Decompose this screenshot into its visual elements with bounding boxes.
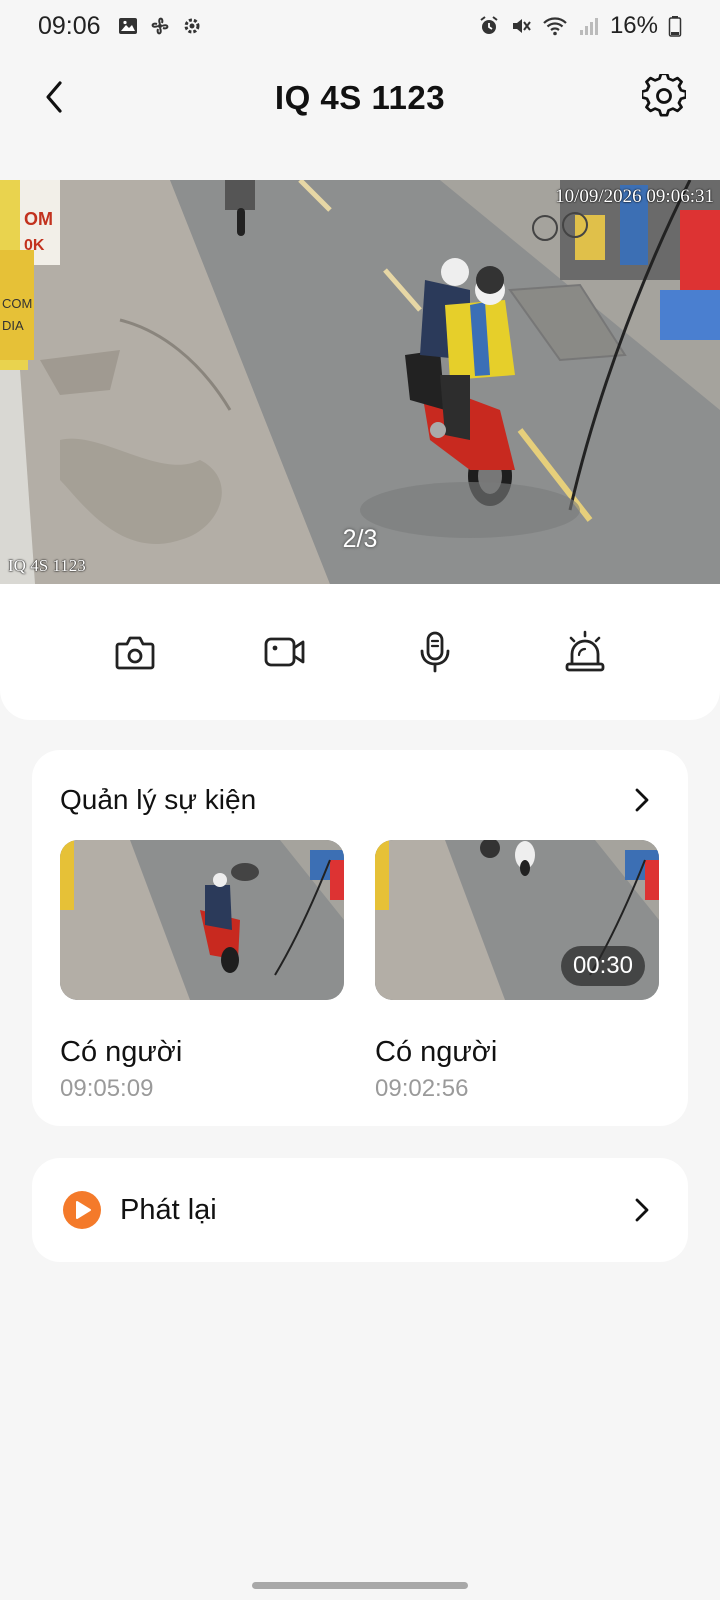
playback-label: Phát lại (120, 1193, 217, 1226)
video-record-icon (264, 637, 305, 667)
mute-icon (512, 19, 531, 33)
fan-icon (151, 17, 168, 35)
status-left: 09:06 (38, 12, 203, 41)
battery-percent: 16% (609, 12, 658, 39)
live-video-view[interactable]: OM 0K COM DIA 10/09/2026 09:06:31 IQ 4S … (0, 180, 720, 584)
event-label: Có người (60, 1036, 183, 1068)
status-time: 09:06 (38, 11, 101, 40)
channel-pager: 2/3 (342, 525, 378, 553)
event-time: 09:02:56 (375, 1075, 469, 1102)
page-title: IQ 4S 1123 (274, 79, 446, 116)
top-bar: IQ 4S 1123 (0, 60, 720, 136)
chevron-right-icon (624, 1192, 660, 1228)
wifi-icon (543, 17, 567, 36)
event-label: Có người (375, 1036, 498, 1068)
record-button[interactable] (253, 620, 317, 684)
snapshot-button[interactable] (103, 620, 167, 684)
gallery-icon (118, 18, 137, 34)
event-thumbnail[interactable] (60, 840, 344, 1000)
event-management-card: Quản lý sự kiện Có người 09:05:09 00:30 … (32, 750, 688, 1126)
battery-icon (668, 16, 682, 37)
svg-text:DIA: DIA (2, 318, 24, 333)
siren-button[interactable] (553, 620, 617, 684)
settings-button[interactable] (638, 70, 690, 122)
status-right: 16% (478, 12, 682, 40)
settings-gear-small-icon (184, 18, 200, 34)
event-duration: 00:30 (560, 946, 645, 986)
back-button[interactable] (30, 72, 80, 122)
chevron-right-icon (624, 782, 660, 818)
event-time: 09:05:09 (60, 1075, 154, 1102)
event-thumbnail[interactable]: 00:30 (375, 840, 659, 1000)
talk-button[interactable] (403, 620, 467, 684)
osd-camera-name: IQ 4S 1123 (8, 556, 86, 575)
event-item[interactable]: 00:30 Có người 09:02:56 (375, 840, 659, 1103)
play-circle-icon (63, 1191, 101, 1229)
camera-snapshot-icon (115, 636, 155, 670)
svg-text:COM: COM (2, 296, 32, 311)
chevron-left-icon (46, 81, 62, 113)
control-bar (0, 584, 720, 720)
home-indicator[interactable] (252, 1582, 468, 1589)
event-management-title: Quản lý sự kiện (60, 784, 257, 815)
event-item[interactable]: Có người 09:05:09 (60, 840, 344, 1103)
event-management-header[interactable]: Quản lý sự kiện (60, 780, 660, 820)
status-bar: 09:06 16% (0, 0, 720, 52)
gear-icon (642, 74, 686, 117)
alarm-siren-icon (565, 630, 605, 672)
camera-feed-image: OM 0K COM DIA (0, 180, 720, 584)
microphone-icon (420, 631, 450, 673)
signal-icon (579, 18, 598, 35)
osd-timestamp: 10/09/2026 09:06:31 (555, 186, 714, 207)
alarm-clock-icon (480, 16, 498, 34)
svg-text:OM: OM (24, 209, 53, 229)
playback-card[interactable]: Phát lại (32, 1158, 688, 1262)
